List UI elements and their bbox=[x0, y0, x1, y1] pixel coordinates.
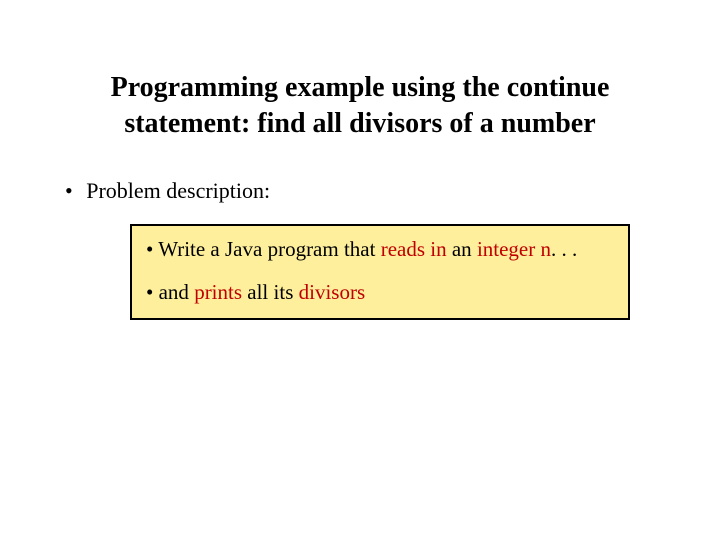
text-prefix: • Write a Java program that bbox=[146, 237, 381, 261]
problem-description-bullet: Problem description: bbox=[50, 178, 670, 204]
box-line-2: • and prints all its divisors bbox=[146, 279, 614, 306]
text-red-reads-in: reads in bbox=[381, 237, 447, 261]
text-red-divisors: divisors bbox=[299, 280, 366, 304]
text-mid: all its bbox=[242, 280, 299, 304]
text-red-prints: prints bbox=[194, 280, 242, 304]
slide-title: Programming example using the continue s… bbox=[50, 70, 670, 143]
box-line-1: • Write a Java program that reads in an … bbox=[146, 236, 614, 263]
text-suffix: . . . bbox=[551, 237, 577, 261]
text-red-integer-n: integer n bbox=[477, 237, 551, 261]
text-prefix: • and bbox=[146, 280, 194, 304]
text-mid: an bbox=[447, 237, 477, 261]
problem-box: • Write a Java program that reads in an … bbox=[130, 224, 630, 321]
